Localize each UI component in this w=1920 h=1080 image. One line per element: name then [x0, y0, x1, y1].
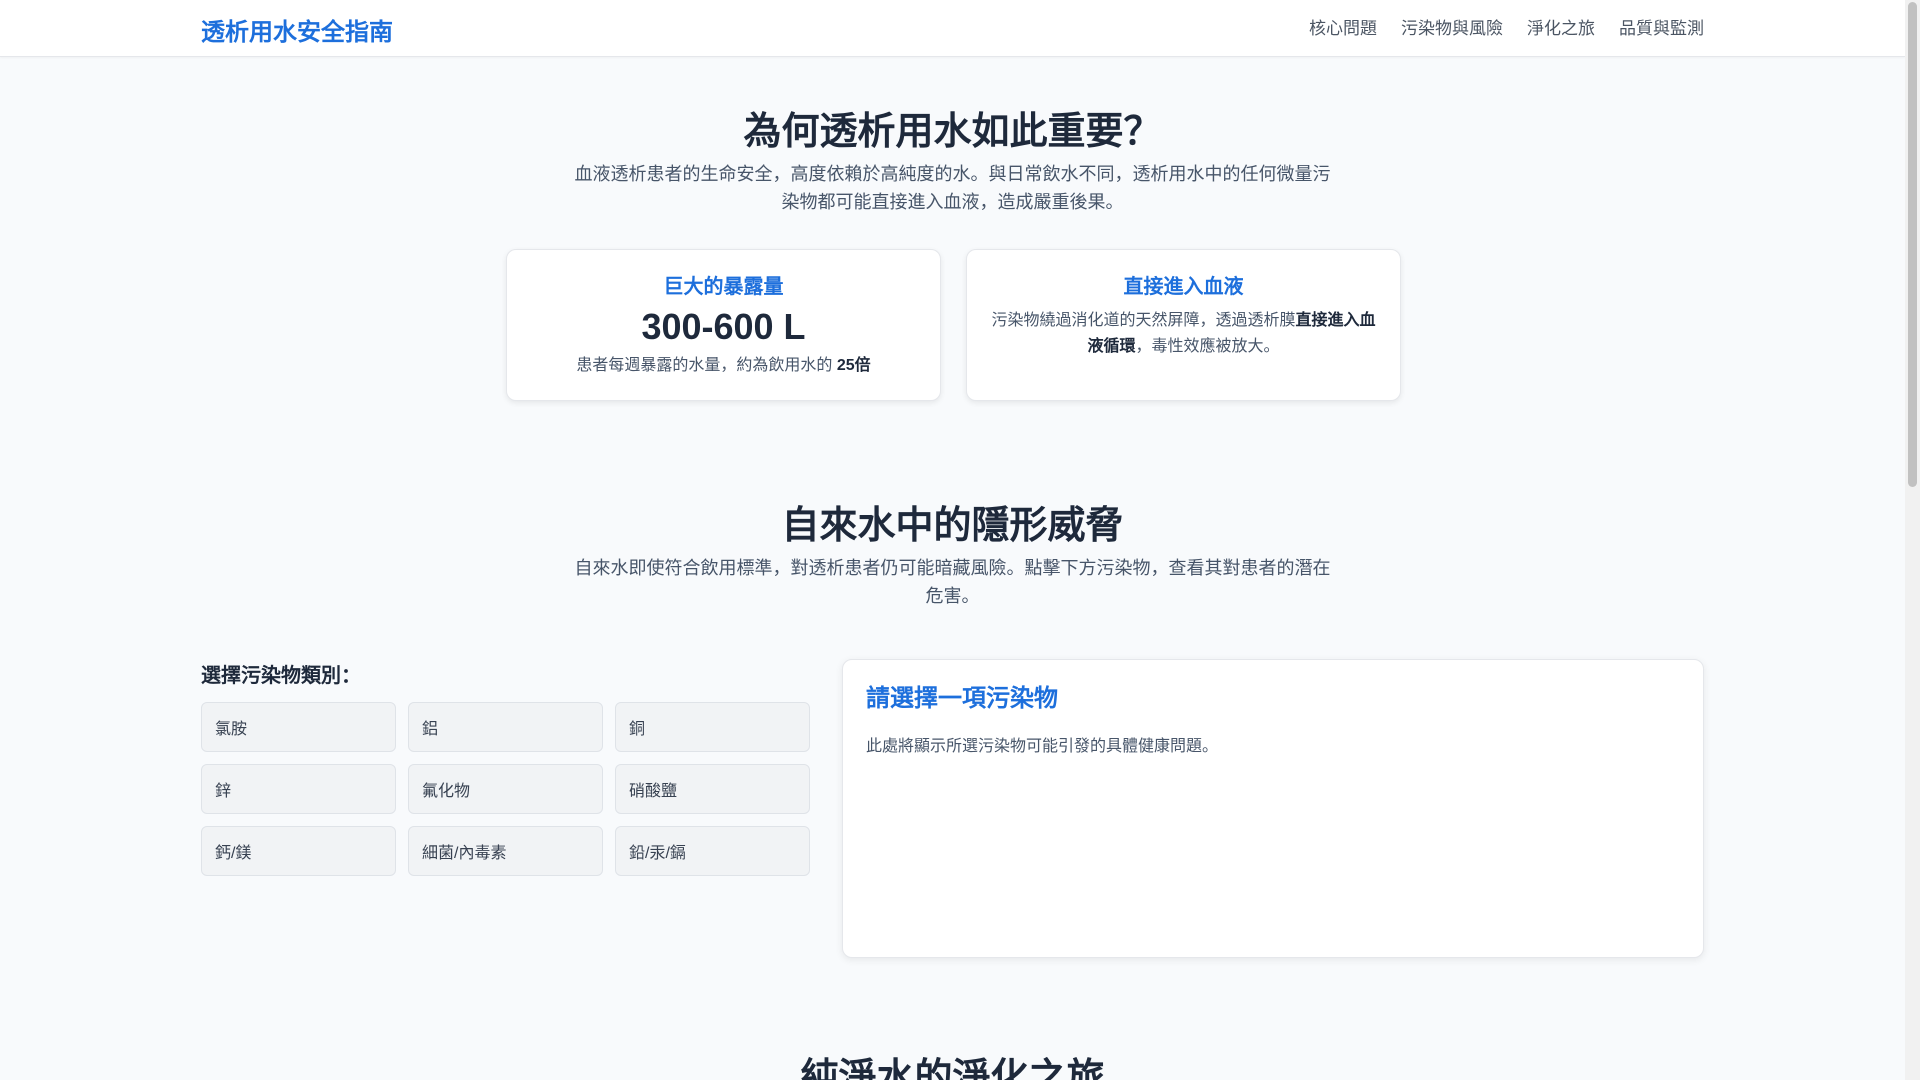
blood-entry-note-tail: ，毒性效應被放大。 — [1135, 338, 1280, 355]
why-section-title: 為何透析用水如此重要？ — [743, 111, 1162, 153]
top-navbar: 透析用水安全指南 核心問題 污染物與風險 淨化之旅 品質與監測 — [0, 0, 1905, 57]
blood-entry-card-title: 直接進入血液 — [1123, 276, 1244, 298]
pollutant-button-grid: 氯胺 鋁 銅 鋅 氟化物 硝酸鹽 鈣/鎂 細菌/內毒素 鉛/汞/鎘 — [201, 702, 810, 876]
brand-logo-text[interactable]: 透析用水安全指南 — [201, 12, 393, 47]
nav-link-pollutants-risks[interactable]: 污染物與風險 — [1401, 14, 1503, 39]
exposure-card-value: 300-600 L — [641, 306, 806, 347]
pollutant-button-copper[interactable]: 銅 — [615, 702, 810, 752]
exposure-card-title: 巨大的暴露量 — [663, 276, 784, 298]
pollutant-button-bacteria-endotoxin[interactable]: 細菌/內毒素 — [408, 826, 603, 876]
pollutant-button-zinc[interactable]: 鋅 — [201, 764, 396, 814]
pollutant-button-calcium-magnesium[interactable]: 鈣/鎂 — [201, 826, 396, 876]
scrollbar-thumb[interactable] — [1908, 2, 1917, 487]
threats-section-description: 自來水即使符合飲用標準，對透析患者仍可能暗藏風險。點擊下方污染物，查看其對患者的… — [574, 558, 1331, 606]
nav-link-quality-monitoring[interactable]: 品質與監測 — [1619, 14, 1704, 39]
exposure-note-text: 患者每週暴露的水量，約為飲用水的 — [576, 357, 837, 374]
journey-section-title: 純淨水的淨化之旅 — [800, 1057, 1105, 1080]
threats-section-title: 自來水中的隱形威脅 — [781, 505, 1124, 547]
nav-link-purification-journey[interactable]: 淨化之旅 — [1527, 14, 1595, 39]
pollutant-detail-panel: 請選擇一項污染物 此處將顯示所選污染物可能引發的具體健康問題。 — [842, 659, 1704, 958]
pollutant-button-fluoride[interactable]: 氟化物 — [408, 764, 603, 814]
pollutant-button-chloramine[interactable]: 氯胺 — [201, 702, 396, 752]
exposure-card-note: 患者每週暴露的水量，約為飲用水的 25倍 — [529, 354, 918, 378]
pollutant-detail-title: 請選擇一項污染物 — [866, 685, 1058, 712]
blood-entry-card: 直接進入血液 污染物繞過消化道的天然屏障，透過透析膜直接進入血液循環，毒性效應被… — [966, 249, 1401, 401]
page: 透析用水安全指南 核心問題 污染物與風險 淨化之旅 品質與監測 為何透析用水如此… — [0, 0, 1905, 1080]
main-nav: 核心問題 污染物與風險 淨化之旅 品質與監測 — [1309, 14, 1704, 39]
pollutant-button-nitrate[interactable]: 硝酸鹽 — [615, 764, 810, 814]
exposure-note-highlight: 25倍 — [836, 357, 871, 374]
why-section-description: 血液透析患者的生命安全，高度依賴於高純度的水。與日常飲水不同，透析用水中的任何微… — [574, 164, 1331, 212]
pollutant-detail-text: 此處將顯示所選污染物可能引發的具體健康問題。 — [866, 738, 1219, 755]
pollutant-select-label: 選擇污染物類別： — [201, 665, 361, 687]
page-scrollbar[interactable] — [1905, 0, 1920, 1080]
pollutant-button-aluminum[interactable]: 鋁 — [408, 702, 603, 752]
blood-entry-note-text: 污染物繞過消化道的天然屏障，透過透析膜 — [991, 312, 1296, 329]
pollutant-button-lead-mercury-cadmium[interactable]: 鉛/汞/鎘 — [615, 826, 810, 876]
nav-link-core-issues[interactable]: 核心問題 — [1309, 14, 1377, 39]
blood-entry-card-note: 污染物繞過消化道的天然屏障，透過透析膜直接進入血液循環，毒性效應被放大。 — [989, 308, 1378, 360]
exposure-card: 巨大的暴露量 300-600 L 患者每週暴露的水量，約為飲用水的 25倍 — [506, 249, 941, 401]
